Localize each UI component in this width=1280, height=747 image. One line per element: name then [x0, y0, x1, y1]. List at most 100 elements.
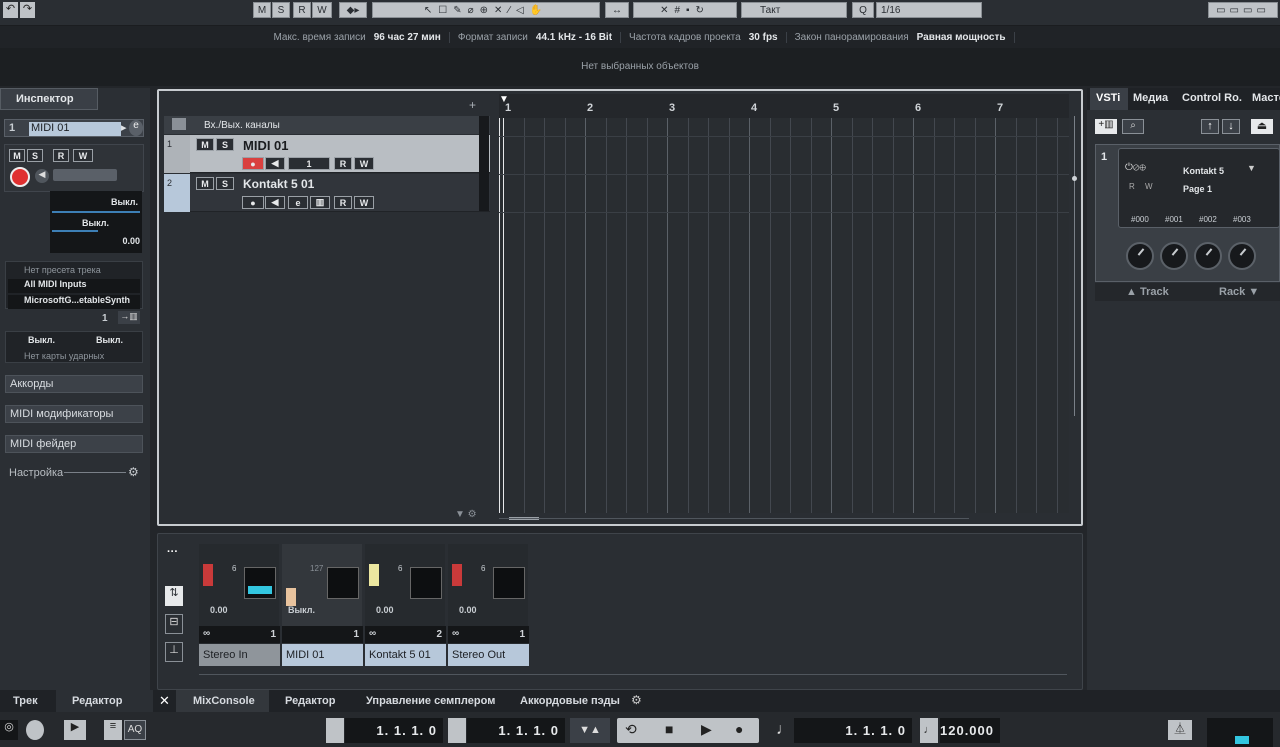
close-icon[interactable]: ✕	[159, 693, 170, 709]
right-locator-icon[interactable]	[448, 718, 466, 743]
track-1-name[interactable]: MIDI 01	[243, 138, 289, 153]
arrow-down-icon[interactable]: ↓	[1222, 119, 1240, 134]
section-chords[interactable]: Аккорды	[5, 375, 143, 393]
track-name-field[interactable]: 1 MIDI 01 ▸ e	[4, 119, 144, 137]
monitor-icon[interactable]: ◀	[35, 169, 49, 183]
write-toggle-button[interactable]: W	[312, 2, 332, 18]
mixer-faders-icon[interactable]: ⇅	[165, 586, 183, 606]
tab-mixconsole[interactable]: MixConsole	[193, 695, 255, 707]
tab-meter[interactable]: Масте	[1252, 92, 1280, 104]
inspector-mute-button[interactable]: M	[9, 149, 25, 162]
fader-handle[interactable]	[369, 564, 379, 586]
quick-control-knob-2[interactable]	[1160, 242, 1188, 270]
tool-group[interactable]: ↖☐✎⌀⊕✕∕◁✋	[372, 2, 600, 18]
record-mode-icon[interactable]	[26, 720, 44, 740]
track-2-name[interactable]: Kontakt 5 01	[243, 177, 314, 191]
punch-icon[interactable]: ▼▲	[570, 718, 610, 743]
record-enable-button[interactable]	[10, 167, 30, 187]
fader-handle[interactable]	[452, 564, 462, 586]
track-2-monitor-button[interactable]: ◀	[265, 196, 285, 209]
instrument-menu-icon[interactable]: ▼	[1247, 163, 1256, 173]
value-off-2[interactable]: Выкл.	[82, 218, 109, 228]
primary-time-display[interactable]: 1. 1. 1. 0	[794, 718, 912, 743]
bank-off[interactable]: Выкл.	[28, 335, 55, 345]
track-2-write[interactable]: W	[354, 196, 374, 209]
rack-link[interactable]: Rack ▼	[1219, 286, 1259, 298]
instrument-slot[interactable]: 1 ⏻⊘⊕ Kontakt 5 ▼ R W Page 1 #000 #001 #…	[1095, 144, 1280, 282]
stereo-in-routing[interactable]: ∞ 1	[199, 626, 280, 643]
edit-instrument-icon[interactable]: e	[129, 120, 143, 136]
snap-type-select[interactable]: Такт	[741, 2, 847, 18]
track-1-mute[interactable]: M	[196, 138, 214, 151]
fader-handle[interactable]	[286, 588, 296, 606]
edit-instrument-keyboard-icon[interactable]: →▥	[118, 311, 140, 324]
tab-media[interactable]: Медиа	[1133, 92, 1168, 104]
left-locator-icon[interactable]	[326, 718, 344, 743]
midi-channel[interactable]: 1	[102, 313, 108, 324]
folder-track[interactable]: Вх./Вых. каналы	[164, 116, 490, 134]
track-link[interactable]: ▲ Track	[1126, 286, 1169, 298]
tempo-track-icon[interactable]: ♩	[920, 718, 938, 743]
tempo-display[interactable]: 120.000	[940, 718, 1000, 743]
instrument-read[interactable]: R	[1129, 182, 1135, 191]
left-locator-position[interactable]: 1. 1. 1. 0	[345, 718, 443, 743]
tab-control-room[interactable]: Control Ro.	[1182, 92, 1242, 104]
program-off[interactable]: Выкл.	[96, 335, 123, 345]
track-preset[interactable]: Нет пресета трека	[24, 265, 101, 275]
add-instrument-icon[interactable]: +▥	[1095, 119, 1117, 134]
inspector-settings-label[interactable]: Настройка	[9, 467, 63, 479]
layout-icon[interactable]: ▭▭▭▭	[1208, 2, 1278, 18]
cycle-icon[interactable]: ⟲	[625, 721, 637, 738]
stereo-out-routing[interactable]: ∞ 1	[448, 626, 529, 643]
playhead-icon[interactable]: ▼	[499, 94, 509, 105]
mute-toggle-button[interactable]: M	[253, 2, 271, 18]
kontakt-routing[interactable]: ∞ 2	[365, 626, 446, 643]
quick-control-knob-3[interactable]	[1194, 242, 1222, 270]
instrument-name[interactable]: Kontakt 5	[1183, 166, 1224, 176]
more-icon[interactable]: ···	[167, 546, 178, 558]
gear-icon[interactable]: ⚙	[128, 465, 139, 479]
autoscroll-icon[interactable]: ◆▸	[339, 2, 367, 18]
track-1-write[interactable]: W	[354, 157, 374, 170]
kontakt-label[interactable]: Kontakt 5 01	[365, 644, 446, 666]
tracklist-settings-icon[interactable]: ▼ ⚙	[455, 509, 477, 520]
ruler[interactable]: 1 2 3 4 5 6 7 ▼	[499, 94, 1069, 118]
track-2-solo[interactable]: S	[216, 177, 234, 190]
format-value[interactable]: 44.1 kHz - 16 Bit	[536, 31, 622, 43]
track-2-edit-icon[interactable]: e	[288, 196, 308, 209]
track-1-solo[interactable]: S	[216, 138, 234, 151]
instrument-write[interactable]: W	[1145, 182, 1153, 191]
value-zero[interactable]: 0.00	[122, 236, 140, 246]
list-icon[interactable]: ≡	[104, 720, 122, 740]
search-icon[interactable]: ⌕	[1122, 119, 1144, 134]
gear-icon[interactable]: ⚙	[631, 693, 642, 707]
volume-slider[interactable]	[53, 169, 117, 181]
midi-01-state[interactable]: Выкл.	[288, 605, 315, 615]
section-midi-modifiers[interactable]: MIDI модификаторы	[5, 405, 143, 423]
tab-vsti[interactable]: VSTi	[1090, 88, 1128, 110]
stereo-out-volume[interactable]: 0.00	[459, 605, 477, 615]
midi-output-select[interactable]: MicrosoftG...etableSynth	[8, 295, 140, 309]
quantize-icon[interactable]: Q	[852, 2, 874, 18]
drum-map[interactable]: Нет карты ударных	[24, 351, 104, 361]
track-1-channel[interactable]: 1	[288, 157, 330, 170]
fader-handle[interactable]	[203, 564, 213, 586]
quick-control-knob-4[interactable]	[1228, 242, 1256, 270]
arrow-up-icon[interactable]: ↑	[1201, 119, 1219, 134]
inspector-read-button[interactable]: R	[53, 149, 69, 162]
record-icon[interactable]: ●	[735, 721, 743, 737]
track-2-keyboard-icon[interactable]: ▥	[310, 196, 330, 209]
lock-icon[interactable]: ◎	[0, 720, 18, 740]
undo-icon[interactable]: ↶	[3, 2, 18, 18]
track-2-mute[interactable]: M	[196, 177, 214, 190]
stereo-in-volume[interactable]: 0.00	[210, 605, 228, 615]
add-track-icon[interactable]: +	[469, 98, 476, 112]
inspector-solo-button[interactable]: S	[27, 149, 43, 162]
track-kontakt[interactable]: 2 M S Kontakt 5 01 ● ◀ e ▥ R W	[164, 174, 490, 212]
quantize-select[interactable]: 1/16	[876, 2, 982, 18]
tab-editor[interactable]: Редактор	[285, 695, 335, 707]
track-2-read[interactable]: R	[334, 196, 352, 209]
midi-01-label[interactable]: MIDI 01	[282, 644, 363, 666]
pan-value[interactable]: Равная мощность	[917, 31, 1015, 43]
mixer-routing-icon[interactable]: ⊟	[165, 614, 183, 634]
